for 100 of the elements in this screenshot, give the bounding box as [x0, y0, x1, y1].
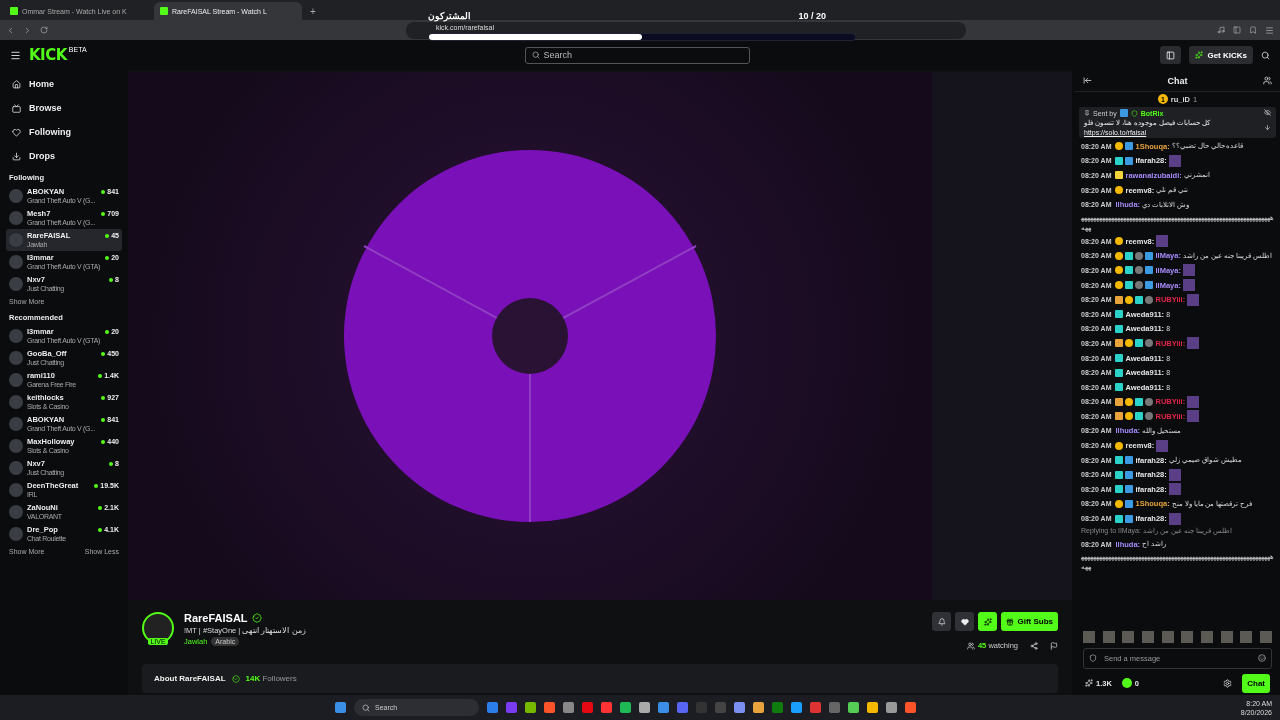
app-icon[interactable] [601, 702, 612, 713]
emote-thumbnail[interactable] [1240, 631, 1253, 643]
bell-icon [937, 617, 946, 626]
avatar [9, 483, 23, 497]
app-icon[interactable] [848, 702, 859, 713]
emote-thumbnail[interactable] [1083, 631, 1095, 643]
hide-icon[interactable] [1264, 109, 1271, 116]
nav-link[interactable]: Drops [6, 144, 122, 168]
shield-icon [1130, 109, 1138, 117]
chat-title: Chat [1167, 75, 1188, 86]
app-icon[interactable] [506, 702, 517, 713]
app-icon[interactable] [582, 702, 593, 713]
avatar [9, 189, 23, 203]
app-icon[interactable] [905, 702, 916, 713]
overlay-label: المشتركون [428, 11, 471, 21]
users-icon[interactable] [1263, 76, 1272, 85]
avatar [9, 527, 23, 541]
avatar [9, 277, 23, 291]
emote-thumbnail[interactable] [1259, 631, 1272, 643]
kick-logo[interactable]: KICK [29, 46, 67, 64]
forward-icon[interactable] [23, 25, 32, 35]
emote-thumbnail[interactable] [1181, 631, 1194, 643]
app-icon[interactable] [677, 702, 688, 713]
emoji-icon[interactable] [1258, 654, 1266, 662]
verified-icon [231, 674, 240, 683]
avatar [9, 461, 23, 475]
app-icon[interactable] [620, 702, 631, 713]
points-icon [1121, 678, 1132, 688]
avatar [9, 417, 23, 431]
app-icon[interactable] [544, 702, 555, 713]
sparkle-icon [1195, 51, 1204, 59]
video-player[interactable] [128, 72, 1072, 600]
download-icon [12, 151, 21, 161]
app-icon[interactable] [753, 702, 764, 713]
app-icon[interactable] [734, 702, 745, 713]
emote-thumbnail[interactable] [1161, 631, 1174, 643]
subscribe-button[interactable] [978, 612, 998, 631]
search-icon [531, 51, 540, 59]
menu-icon[interactable] [10, 49, 21, 61]
gift-subs-button[interactable]: Gift Subs [1001, 612, 1058, 631]
nav-link[interactable]: Home [6, 72, 122, 96]
app-icon[interactable] [658, 702, 669, 713]
search-icon [362, 703, 370, 712]
app-icon[interactable] [525, 702, 536, 713]
tv-icon [12, 103, 21, 113]
shield-icon [1089, 654, 1097, 662]
app-icon[interactable] [867, 702, 878, 713]
share-icon[interactable] [1030, 641, 1038, 650]
emote-thumbnail[interactable] [1102, 631, 1115, 643]
music-icon[interactable] [1217, 26, 1225, 34]
new-tab-button[interactable]: + [304, 6, 322, 20]
layout-button[interactable] [1160, 46, 1182, 64]
send-chat-button[interactable]: Chat [1242, 673, 1270, 693]
heart-icon [960, 617, 969, 626]
start-icon[interactable] [335, 702, 346, 713]
arrow-down-icon[interactable] [1264, 124, 1271, 131]
gift-icon [1006, 617, 1015, 626]
search-icon[interactable] [1261, 50, 1270, 60]
avatar [9, 373, 23, 387]
avatar [9, 255, 23, 269]
search-field[interactable]: Search [524, 46, 750, 64]
app-icon[interactable] [791, 702, 802, 713]
kicks-icon [1085, 679, 1093, 687]
settings-icon[interactable] [1223, 678, 1233, 688]
favicon-icon [160, 7, 168, 15]
emote-thumbnail[interactable] [1141, 631, 1154, 643]
collapse-icon[interactable] [1083, 76, 1092, 85]
follower-count: 14K Followers [245, 674, 297, 683]
avatar [9, 395, 23, 409]
report-icon[interactable] [1050, 641, 1058, 650]
bookmark-icon[interactable] [1249, 26, 1257, 34]
about-title: About RareFAISAL [154, 674, 226, 683]
nav-link[interactable]: Browse [6, 96, 122, 120]
sidebar-icon[interactable] [1233, 26, 1241, 34]
badge-icon [1119, 109, 1128, 117]
verified-icon [251, 613, 262, 623]
app-icon[interactable] [487, 702, 498, 713]
app-icon[interactable] [563, 702, 574, 713]
emote-thumbnail[interactable] [1200, 631, 1213, 643]
viewers-icon [966, 641, 975, 650]
nav-link[interactable]: Following [6, 120, 122, 144]
reload-icon[interactable] [40, 26, 48, 34]
overlay-count: 10 / 20 [798, 11, 826, 21]
follow-button[interactable] [955, 612, 975, 631]
app-icon[interactable] [810, 702, 821, 713]
avatar [9, 351, 23, 365]
app-icon[interactable] [772, 702, 783, 713]
sparkle-icon [983, 617, 992, 626]
pin-icon [1084, 110, 1090, 116]
avatar [9, 233, 23, 247]
back-icon[interactable] [6, 25, 15, 35]
notification-button[interactable] [932, 612, 952, 631]
app-icon[interactable] [886, 702, 897, 713]
app-icon[interactable] [639, 702, 650, 713]
get-kicks-button[interactable]: Get KICKs [1189, 46, 1253, 64]
emote-thumbnail[interactable] [1220, 631, 1233, 643]
app-icon[interactable] [829, 702, 840, 713]
channel-name: RareFAISAL [184, 612, 248, 624]
home-icon [12, 79, 21, 89]
emote-thumbnail[interactable] [1122, 631, 1135, 643]
